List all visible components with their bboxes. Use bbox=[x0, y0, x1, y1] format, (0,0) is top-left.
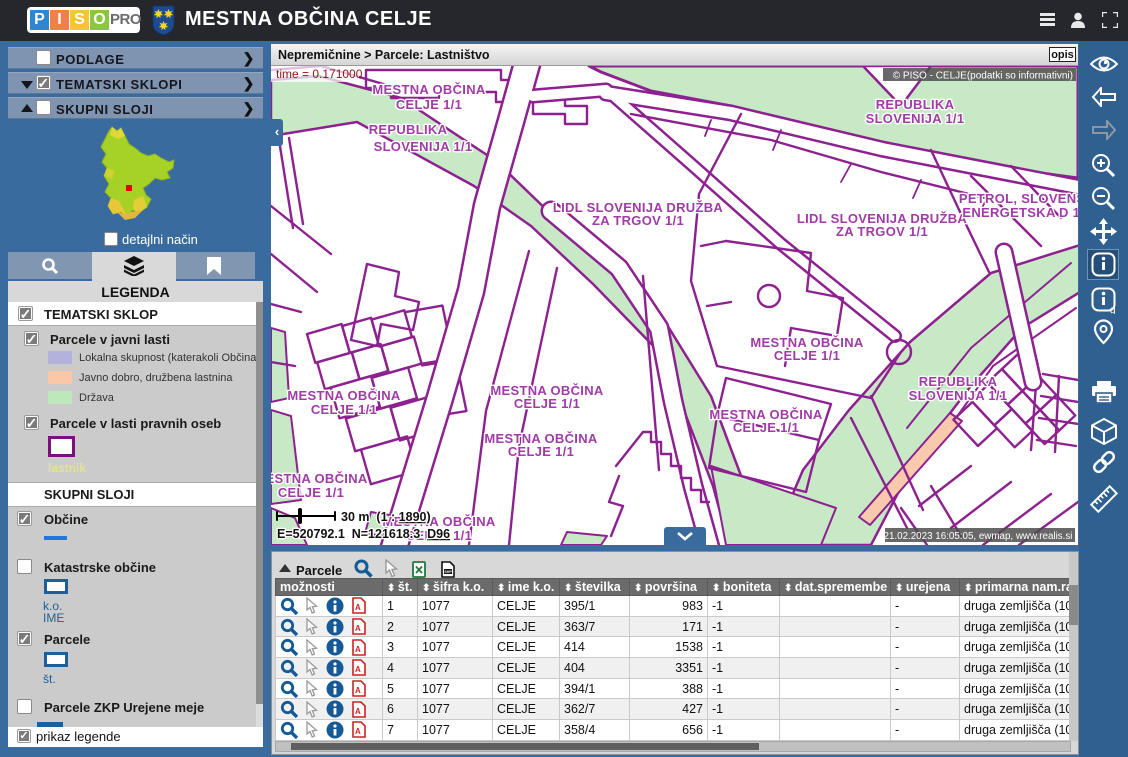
svg-text:CELJE 1/1: CELJE 1/1 bbox=[774, 348, 840, 363]
svg-text:REPUBLIKA: REPUBLIKA bbox=[919, 374, 998, 389]
svg-text:g: g bbox=[1110, 305, 1116, 314]
svg-text:SLOVENIJA 1/1: SLOVENIJA 1/1 bbox=[374, 139, 473, 154]
svg-text:A: A bbox=[355, 686, 361, 695]
svg-text:CELJE 1/1: CELJE 1/1 bbox=[508, 444, 574, 459]
svg-text:CELJE 1/1: CELJE 1/1 bbox=[514, 396, 580, 411]
svg-text:21.02.2023 16:05:05, ewmap, ww: 21.02.2023 16:05:05, ewmap, www.realis.s… bbox=[884, 531, 1073, 542]
svg-text:ZA TRGOV 1/1: ZA TRGOV 1/1 bbox=[592, 213, 684, 228]
svg-text:MESTNA OBČINA: MESTNA OBČINA bbox=[271, 471, 368, 486]
svg-text:SLOVENIJA 1/1: SLOVENIJA 1/1 bbox=[866, 111, 965, 126]
svg-text:A: A bbox=[355, 603, 361, 612]
svg-text:ZA TRGOV 1/1: ZA TRGOV 1/1 bbox=[836, 224, 928, 239]
svg-text:time = 0.171000: time = 0.171000 bbox=[276, 67, 363, 81]
svg-text:CELJE 1/1: CELJE 1/1 bbox=[278, 485, 344, 500]
svg-text:CELJE 1/1: CELJE 1/1 bbox=[396, 97, 462, 112]
svg-text:CELJE 1/1: CELJE 1/1 bbox=[733, 420, 799, 435]
svg-text:SHP: SHP bbox=[444, 570, 452, 574]
svg-text:E=520792.1 N=121618.3 D96: E=520792.1 N=121618.3 D96 bbox=[277, 527, 450, 541]
svg-text:SLOVENIJA 1/1: SLOVENIJA 1/1 bbox=[909, 388, 1008, 403]
svg-text:CELJE 1/1: CELJE 1/1 bbox=[311, 402, 377, 417]
svg-text:A: A bbox=[355, 624, 361, 633]
svg-text:A: A bbox=[355, 645, 361, 654]
svg-text:PETROL, SLOVENSK: PETROL, SLOVENSK bbox=[959, 191, 1078, 206]
svg-text:ENERGETSKA D 1/1: ENERGETSKA D 1/1 bbox=[962, 205, 1078, 220]
svg-text:REPUBLIKA: REPUBLIKA bbox=[876, 97, 955, 112]
svg-text:© PISO - CELJE(podatki so info: © PISO - CELJE(podatki so informativni) bbox=[893, 71, 1073, 82]
svg-text:A: A bbox=[355, 727, 361, 736]
svg-text:A: A bbox=[355, 707, 361, 716]
svg-text:30 m (1 : 1890): 30 m (1 : 1890) bbox=[341, 510, 431, 524]
svg-text:MESTNA OBČINA: MESTNA OBČINA bbox=[372, 82, 486, 97]
svg-text:REPUBLIKA: REPUBLIKA bbox=[369, 122, 448, 137]
svg-text:A: A bbox=[355, 665, 361, 674]
svg-text:MESTNA OBČINA: MESTNA OBČINA bbox=[287, 388, 401, 403]
